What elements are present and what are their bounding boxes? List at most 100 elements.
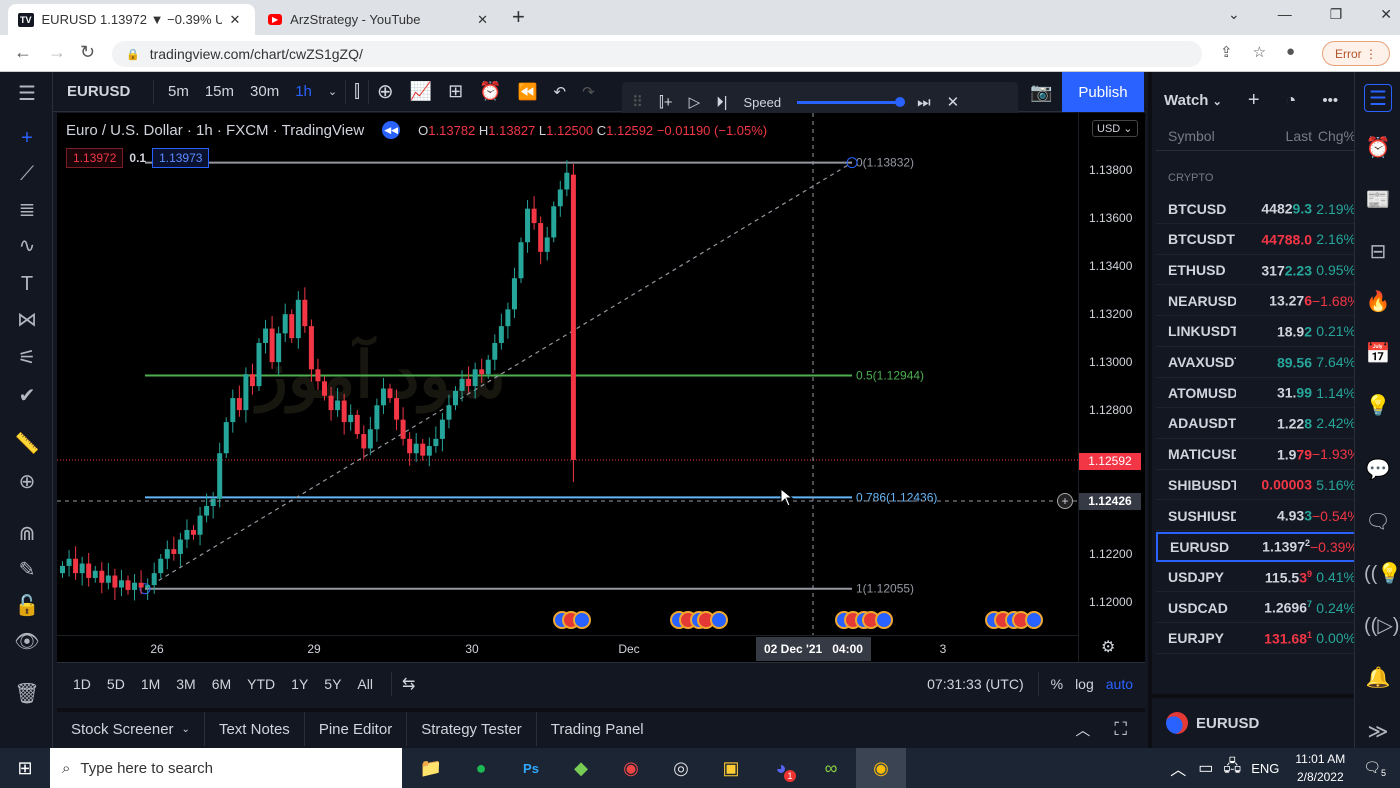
compare-add-icon[interactable]: ⊕ [369,79,402,104]
stay-in-drawing-mode-icon[interactable]: ✎ [13,556,41,584]
replay-mode-icon[interactable]: ◀◀ [382,121,401,139]
hotlists-icon[interactable]: 🔥 [1364,288,1392,316]
forward-button[interactable]: → [48,42,66,63]
percent-scale-toggle[interactable]: % [1051,676,1063,692]
watchlist-row[interactable]: ADAUSDT 1.228 2.42% [1156,409,1356,439]
photoshop-icon[interactable]: Ps [506,748,556,788]
url-bar[interactable]: 🔒 tradingview.com/chart/cwZS1gZQ/ [112,41,1202,67]
prediction-icon[interactable]: ⋈ [13,306,41,334]
tab-tradingview[interactable]: TV EURUSD 1.13972 ▼ −0.39% Unn ✕ [8,4,255,35]
back-button[interactable]: ← [14,42,32,63]
play-icon[interactable]: ▷ [689,93,701,111]
magnet-icon[interactable]: ⋒ [13,520,41,548]
chats-icon[interactable]: 💬 [1364,456,1392,484]
alert-icon[interactable]: ⏰ [471,81,509,102]
range-ytd[interactable]: YTD [239,676,283,692]
app-icon[interactable]: ◆ [556,748,606,788]
tab-text-notes[interactable]: Text Notes [205,712,305,746]
watchlist-row[interactable]: NEARUSD 13.276 −1.68% [1156,286,1360,317]
network-icon[interactable]: 🖧 [1223,755,1241,782]
go-to-date-icon[interactable]: ⇆ [402,674,415,694]
tray-overflow-icon[interactable]: ︿ [1170,756,1186,780]
interval-dropdown-icon[interactable]: ⌄ [320,85,345,98]
speed-slider[interactable] [797,96,906,107]
checkmark-icon[interactable]: ✔ [13,382,41,410]
fib-retracement-icon[interactable]: ≣ [13,196,41,224]
minimize-button[interactable]: — [1278,6,1292,23]
order-quantity[interactable]: 0.1 [129,151,146,165]
advanced-view-icon[interactable]: ◔ [1286,90,1297,111]
geometric-shapes-icon[interactable]: ⚟ [13,344,41,372]
obs-icon[interactable]: ◎ [656,748,706,788]
maximize-panel-icon[interactable]: ⛶ [1114,719,1127,740]
close-tab-icon[interactable]: ✕ [230,12,241,28]
screenshot-icon[interactable]: 📷 [1030,82,1052,103]
range-3m[interactable]: 3M [168,676,203,692]
buy-button[interactable]: 1.13973 [152,148,210,168]
new-tab-button[interactable]: + [512,4,525,30]
tab-youtube[interactable]: ▶ ArzStrategy - YouTube ✕ [258,4,498,35]
replay-icon[interactable]: ⏪ [510,82,546,102]
calendar-icon[interactable]: 📅 [1364,340,1392,368]
time-axis[interactable]: 26 29 30 Dec 3 02 Dec '21 04:00 [57,635,1078,662]
hide-drawings-icon[interactable]: 👁 [13,628,41,656]
data-window-icon[interactable]: ⊟ [1364,238,1392,266]
error-button[interactable]: Error ⋮ [1322,41,1390,66]
watchlist-row[interactable]: BTCUSD 44829.3 2.19% [1156,194,1356,224]
menu-icon[interactable]: ☰ [13,80,41,108]
discord-icon[interactable]: ◕ 1 [756,748,806,788]
watchlist-row[interactable]: LINKUSDT 18.92 0.21% [1156,317,1356,347]
reload-button[interactable]: ↻ [80,42,95,63]
private-chats-icon[interactable]: 🗨 [1364,508,1392,536]
range-1y[interactable]: 1Y [283,676,316,692]
watchlist-row[interactable]: ETHUSD 3172.23 0.95% [1156,255,1356,286]
bookmark-star-icon[interactable]: ☆ [1253,43,1266,61]
trash-icon[interactable]: 🗑 [13,680,41,708]
share-icon[interactable]: ⇪ [1220,43,1233,61]
close-window-button[interactable]: ✕ [1380,6,1392,23]
watchlist-row[interactable]: EURJPY 131.681 0.00% [1156,624,1356,654]
tab-pine-editor[interactable]: Pine Editor [305,712,408,746]
crosshair-icon[interactable]: + [13,124,41,152]
undo-icon[interactable]: ↶ [546,83,575,101]
tab-search-icon[interactable]: ⌄ [1228,6,1240,23]
taskbar-search[interactable]: ⌕ Type here to search [50,748,402,788]
range-1m[interactable]: 1M [133,676,168,692]
candlestick-chart[interactable]: 0(1.13832) 0.5(1.12944) 0.786(1.12436) 1(1.… [57,113,1078,635]
watchlist-row[interactable]: SUSHIUSD 4.933 −0.54% [1156,501,1360,531]
column-last[interactable]: Last [1236,128,1312,144]
pattern-icon[interactable]: ∿ [13,232,41,260]
ideas-stream-icon[interactable]: ((💡)) [1364,560,1400,588]
drag-handle-icon[interactable]: ⠿ [632,93,643,111]
step-forward-icon[interactable]: ⏵| [716,94,727,111]
close-replay-icon[interactable]: ✕ [947,93,960,111]
spotify-icon[interactable]: ● [456,748,506,788]
alerts-icon[interactable]: ⏰ [1364,134,1392,162]
maximize-button[interactable]: ❐ [1330,6,1343,23]
notification-center-icon[interactable]: 🗨5 [1363,759,1386,778]
range-all[interactable]: All [349,676,381,692]
interval-5m[interactable]: 5m [160,83,197,100]
chrome-profile-icon[interactable]: ◉ [606,748,656,788]
watchlist-row[interactable]: USDJPY 115.539 0.41% [1156,562,1356,593]
infinity-app-icon[interactable]: ∞ [806,748,856,788]
interval-30m[interactable]: 30m [242,83,287,100]
range-1d[interactable]: 1D [65,676,99,692]
expand-panel-icon[interactable]: ︿ [1075,719,1090,740]
indicators-icon[interactable]: 📈 [402,81,440,102]
chrome-icon[interactable]: ◉ [856,748,906,788]
ruler-icon[interactable]: 📏 [13,430,41,458]
price-axis[interactable]: USD ⌄ 1.13800 1.13600 1.13400 1.13200 1.1300… [1078,113,1145,662]
speed-slider-handle[interactable] [895,96,906,107]
column-chg[interactable]: Chg% [1312,128,1356,144]
interval-15m[interactable]: 15m [197,83,242,100]
add-symbol-icon[interactable]: + [1248,89,1260,112]
symbol-search[interactable]: EURUSD [53,83,153,100]
range-5y[interactable]: 5Y [316,676,349,692]
watchlist-icon[interactable]: ☰ [1364,84,1392,112]
redo-icon[interactable]: ↷ [574,83,603,101]
watchlist-row[interactable]: SHIBUSDT 0.00003 5.16% [1156,470,1356,501]
add-alert-plus-icon[interactable]: + [1057,493,1073,509]
start-button[interactable]: ⊞ [0,748,50,788]
language-indicator[interactable]: ENG [1251,761,1279,776]
